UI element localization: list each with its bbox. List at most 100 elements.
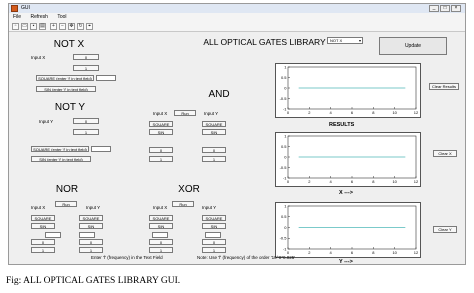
y-plot: 1 0.5 0 -0.5 -1 0 2 4 6 8 10 12 bbox=[275, 202, 421, 258]
nor-sin-y-button[interactable]: SIN bbox=[79, 223, 103, 229]
x-tick-label: 2 bbox=[308, 110, 311, 115]
not-x-sin-button[interactable]: SIN (enter 'f' in text field) bbox=[36, 86, 96, 92]
y-tick-label: -0.5 bbox=[280, 236, 288, 241]
and-sin-x-button[interactable]: SIN bbox=[149, 129, 173, 135]
not-y-sin-button[interactable]: SIN (enter 'f' in text field) bbox=[31, 156, 91, 162]
xor-frequency-y-field[interactable] bbox=[205, 232, 221, 238]
and-0-x-button[interactable]: 0 bbox=[149, 147, 173, 153]
open-folder-icon[interactable]: ▭ bbox=[21, 23, 28, 30]
xor-input-y-label: Input Y bbox=[202, 205, 217, 210]
figure-caption: Fig: ALL OPTICAL GATES LIBRARY GUI. bbox=[6, 276, 181, 286]
nor-1-x-button[interactable]: 1 bbox=[31, 247, 55, 253]
and-1-y-button[interactable]: 1 bbox=[202, 156, 226, 162]
pan-icon[interactable]: ✥ bbox=[68, 23, 75, 30]
not-x-0-button[interactable]: 0 bbox=[73, 54, 99, 60]
x-tick-label: 2 bbox=[308, 179, 311, 184]
gui-window: GUI _ □ × File Refresh Tool ▫ ▭ ▪ ▤ + − … bbox=[8, 3, 466, 265]
x-tick-label: 6 bbox=[351, 250, 354, 255]
x-tick-label: 12 bbox=[414, 179, 419, 184]
xor-sin-y-button[interactable]: SIN bbox=[202, 223, 226, 229]
x-tick-label: 2 bbox=[308, 250, 311, 255]
nor-input-y-label: Input Y bbox=[86, 205, 101, 210]
xor-run-button[interactable]: Run bbox=[172, 201, 194, 207]
and-sin-y-button[interactable]: SIN bbox=[202, 129, 226, 135]
xor-0-y-button[interactable]: 0 bbox=[202, 239, 226, 245]
x-tick-label: 6 bbox=[351, 110, 354, 115]
xor-square-y-button[interactable]: SQUARE bbox=[202, 215, 226, 221]
xor-1-x-button[interactable]: 1 bbox=[149, 247, 173, 253]
x-tick-label: 10 bbox=[392, 110, 397, 115]
x-plot-svg: 10.50-0.5-10 2 4 6 8 10 12 bbox=[280, 133, 419, 184]
xor-sin-x-button[interactable]: SIN bbox=[149, 223, 173, 229]
results-plot-svg: 10.50-0.5-10 2 4 6 8 10 12 bbox=[280, 64, 419, 115]
x-tick-label: 0 bbox=[287, 110, 290, 115]
not-x-frequency-field[interactable] bbox=[96, 75, 116, 81]
data-cursor-icon[interactable]: ⌖ bbox=[86, 23, 93, 30]
and-square-y-button[interactable]: SQUARE bbox=[202, 121, 226, 127]
clear-x-button[interactable]: Clear X bbox=[433, 150, 457, 157]
chevron-down-icon: ▾ bbox=[358, 38, 361, 43]
new-file-icon[interactable]: ▫ bbox=[12, 23, 19, 30]
nor-square-x-button[interactable]: SQUARE bbox=[31, 215, 55, 221]
save-icon[interactable]: ▪ bbox=[30, 23, 37, 30]
and-square-x-button[interactable]: SQUARE bbox=[149, 121, 173, 127]
not-y-0-button[interactable]: 0 bbox=[73, 118, 99, 124]
nor-sin-x-button[interactable]: SIN bbox=[31, 223, 55, 229]
xor-square-x-button[interactable]: SQUARE bbox=[149, 215, 173, 221]
y-tick-label: 0.5 bbox=[281, 75, 287, 80]
and-0-y-button[interactable]: 0 bbox=[202, 147, 226, 153]
not-y-square-button[interactable]: SQUARE (enter 'f' in text field) bbox=[31, 146, 89, 152]
update-button[interactable]: Update bbox=[379, 37, 447, 55]
nor-square-y-button[interactable]: SQUARE bbox=[79, 215, 103, 221]
x-tick-label: 4 bbox=[330, 250, 333, 255]
clear-results-button[interactable]: Clear Results bbox=[429, 83, 459, 90]
print-icon[interactable]: ▤ bbox=[39, 23, 46, 30]
not-x-square-button[interactable]: SQUARE (enter 'f' in text field) bbox=[36, 75, 94, 81]
menu-tool[interactable]: Tool bbox=[57, 14, 66, 20]
x-tick-label: 4 bbox=[330, 179, 333, 184]
y-tick-label: 1 bbox=[284, 64, 287, 69]
and-run-button[interactable]: Run bbox=[174, 110, 196, 116]
x-plot: 1 0.5 0 -0.5 -1 0 2 4 6 8 10 12 bbox=[275, 132, 421, 187]
and-1-x-button[interactable]: 1 bbox=[149, 156, 173, 162]
not-y-frequency-field[interactable] bbox=[91, 146, 111, 152]
x-tick-label: 12 bbox=[414, 110, 419, 115]
minimize-button[interactable]: _ bbox=[429, 5, 439, 12]
not-y-title: NOT Y bbox=[54, 102, 86, 113]
x-tick-label: 10 bbox=[392, 250, 397, 255]
menu-refresh[interactable]: Refresh bbox=[30, 14, 48, 20]
y-tick-label: 0 bbox=[284, 225, 287, 230]
close-button[interactable]: × bbox=[451, 5, 461, 12]
rotate-icon[interactable]: ↻ bbox=[77, 23, 84, 30]
nor-0-y-button[interactable]: 0 bbox=[79, 239, 103, 245]
and-title: AND bbox=[208, 89, 230, 100]
nor-run-button[interactable]: Run bbox=[55, 201, 77, 207]
toolbar: ▫ ▭ ▪ ▤ + − ✥ ↻ ⌖ bbox=[9, 21, 465, 32]
xor-0-x-button[interactable]: 0 bbox=[149, 239, 173, 245]
not-y-1-button[interactable]: 1 bbox=[73, 129, 99, 135]
zoom-out-icon[interactable]: − bbox=[59, 23, 66, 30]
gate-select-value: NOT X bbox=[330, 38, 343, 43]
gate-select[interactable]: NOT X ▾ bbox=[327, 37, 363, 44]
nor-1-y-button[interactable]: 1 bbox=[79, 247, 103, 253]
frequency-note: Note: Use 'f' (frequency) of the order '… bbox=[197, 255, 296, 260]
y-plot-svg: 10.50-0.5-10 2 4 6 8 10 12 bbox=[280, 203, 419, 255]
menu-file[interactable]: File bbox=[13, 14, 21, 20]
nor-frequency-x-field[interactable] bbox=[45, 232, 61, 238]
main-title: ALL OPTICAL GATES LIBRARY bbox=[203, 37, 326, 47]
y-tick-label: 0 bbox=[284, 85, 287, 90]
nor-frequency-y-field[interactable] bbox=[79, 232, 95, 238]
xor-1-y-button[interactable]: 1 bbox=[202, 247, 226, 253]
xor-frequency-x-field[interactable] bbox=[152, 232, 168, 238]
y-tick-label: 1 bbox=[284, 203, 287, 208]
clear-y-button[interactable]: Clear Y bbox=[433, 226, 457, 233]
menu-bar: File Refresh Tool bbox=[9, 13, 465, 21]
not-x-1-button[interactable]: 1 bbox=[73, 65, 99, 71]
maximize-button[interactable]: □ bbox=[440, 5, 450, 12]
y-tick-label: 1 bbox=[284, 133, 287, 138]
window-title: GUI bbox=[21, 5, 30, 11]
nor-0-x-button[interactable]: 0 bbox=[31, 239, 55, 245]
zoom-in-icon[interactable]: + bbox=[50, 23, 57, 30]
y-tick-label: -0.5 bbox=[280, 96, 288, 101]
xor-title: XOR bbox=[178, 184, 200, 195]
